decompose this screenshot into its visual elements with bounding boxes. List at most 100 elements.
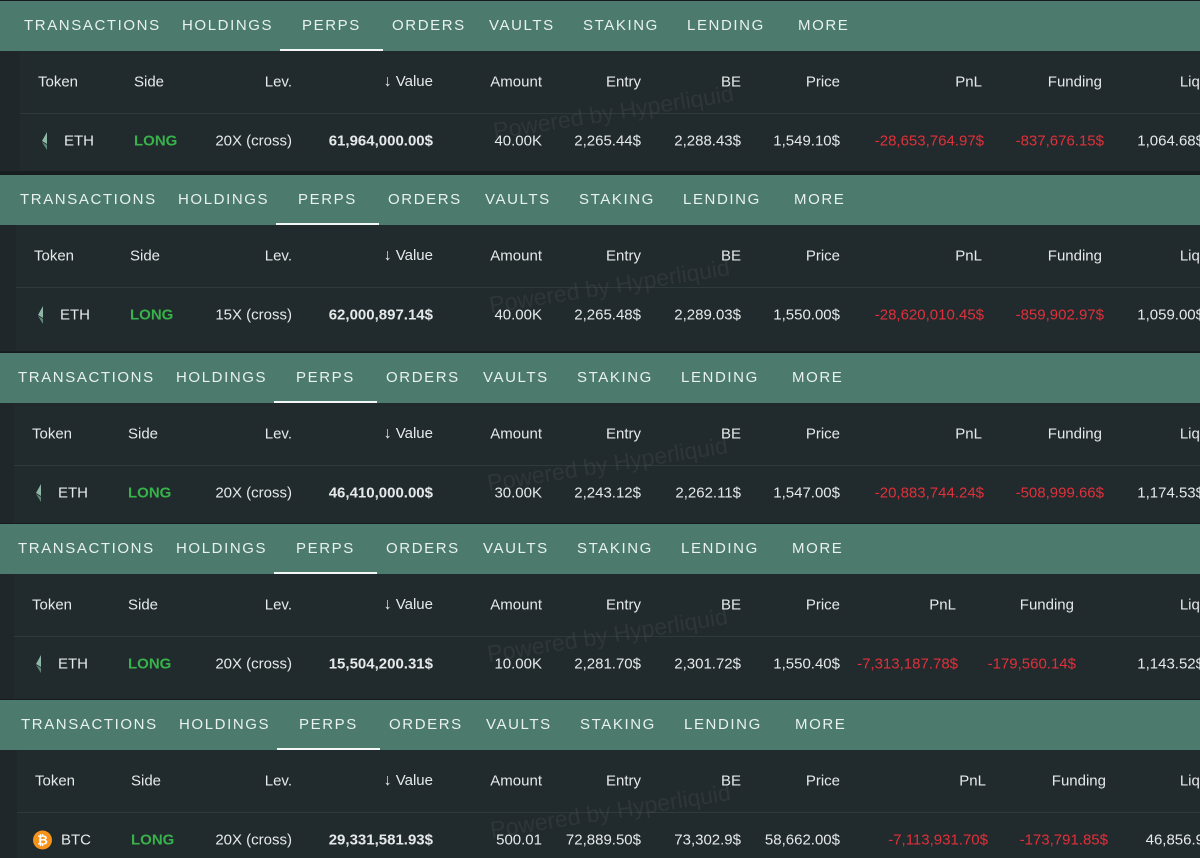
- sort-desc-icon[interactable]: ↓: [384, 247, 392, 265]
- column-header-lev: Lev.: [264, 772, 292, 790]
- tab-vaults[interactable]: VAULTS: [483, 353, 549, 403]
- positions-table: Token Side Lev. ↓ Value Amount Entry BE Price PnL…: [14, 403, 1200, 523]
- column-header-liq: Liq.: [1179, 73, 1200, 91]
- cell-funding: -173,791.85$: [1019, 831, 1108, 849]
- tab-holdings[interactable]: HOLDINGS: [178, 175, 269, 225]
- tab-bar: TRANSACTIONS HOLDINGS PERPS ORDERS VAULTS STA…: [0, 175, 1200, 225]
- column-header-pnl: PnL: [955, 73, 982, 91]
- tab-lending[interactable]: LENDING: [681, 524, 759, 574]
- tab-transactions[interactable]: TRANSACTIONS: [18, 353, 155, 403]
- tab-holdings[interactable]: HOLDINGS: [179, 700, 270, 750]
- column-header-value[interactable]: ↓ Value: [384, 772, 433, 790]
- cell-side: LONG: [128, 655, 172, 673]
- column-header-label: Value: [395, 425, 433, 442]
- screenshot-collage: TRANSACTIONS HOLDINGS PERPS ORDERS VAULTS STA…: [0, 0, 1200, 858]
- tab-orders[interactable]: ORDERS: [386, 524, 460, 574]
- tab-transactions[interactable]: TRANSACTIONS: [24, 1, 161, 51]
- cell-price: 1,550.40$: [773, 655, 840, 673]
- cell-funding: -179,560.14$: [987, 655, 1076, 673]
- column-header-amount: Amount: [490, 596, 542, 614]
- table-row[interactable]: ETH LONG 15X (cross) 62,000,897.14$ 40.00K 2,…: [16, 288, 1200, 342]
- column-header-label: Value: [395, 247, 433, 264]
- table-header: Token Side Lev. ↓ Value Amount Entry BE Price PnL…: [16, 225, 1200, 288]
- column-header-be: BE: [720, 73, 741, 91]
- tab-perps[interactable]: PERPS: [280, 1, 383, 51]
- tab-more[interactable]: MORE: [795, 700, 846, 750]
- tab-orders[interactable]: ORDERS: [388, 175, 462, 225]
- cell-price: 1,550.00$: [773, 306, 840, 324]
- tab-vaults[interactable]: VAULTS: [485, 175, 551, 225]
- tab-holdings[interactable]: HOLDINGS: [176, 353, 267, 403]
- tab-lending[interactable]: LENDING: [684, 700, 762, 750]
- tab-perps[interactable]: PERPS: [276, 175, 379, 225]
- tab-more[interactable]: MORE: [794, 175, 845, 225]
- tab-vaults[interactable]: VAULTS: [489, 1, 555, 51]
- sort-desc-icon[interactable]: ↓: [384, 425, 392, 443]
- sort-desc-icon[interactable]: ↓: [384, 772, 392, 790]
- tab-staking[interactable]: STAKING: [579, 175, 655, 225]
- tab-staking[interactable]: STAKING: [577, 353, 653, 403]
- column-header-value[interactable]: ↓ Value: [384, 73, 433, 91]
- positions-table: Token Side Lev. ↓ Value Amount Entry BE Price PnL…: [17, 750, 1200, 858]
- table-row[interactable]: ETH LONG 20X (cross) 15,504,200.31$ 10.00K 2,…: [14, 637, 1200, 691]
- cell-side: LONG: [131, 831, 175, 849]
- tab-perps[interactable]: PERPS: [277, 700, 380, 750]
- column-header-value[interactable]: ↓ Value: [384, 596, 433, 614]
- tab-orders[interactable]: ORDERS: [386, 353, 460, 403]
- tab-transactions[interactable]: TRANSACTIONS: [21, 700, 158, 750]
- tab-more[interactable]: MORE: [792, 353, 843, 403]
- sort-desc-icon[interactable]: ↓: [384, 73, 392, 91]
- column-header-token: Token: [32, 425, 73, 443]
- cell-entry: 2,281.70$: [574, 655, 641, 673]
- tab-transactions[interactable]: TRANSACTIONS: [20, 175, 157, 225]
- tab-orders[interactable]: ORDERS: [389, 700, 463, 750]
- sort-desc-icon[interactable]: ↓: [384, 596, 392, 614]
- tab-orders[interactable]: ORDERS: [392, 1, 466, 51]
- column-header-liq: Liq.: [1179, 425, 1200, 443]
- column-header-token: Token: [35, 772, 76, 790]
- column-header-value[interactable]: ↓ Value: [384, 425, 433, 443]
- column-header-entry: Entry: [605, 247, 641, 265]
- tab-perps[interactable]: PERPS: [274, 353, 377, 403]
- column-header-lev: Lev.: [264, 425, 292, 443]
- tab-staking[interactable]: STAKING: [583, 1, 659, 51]
- column-header-funding: Funding: [1019, 596, 1074, 614]
- cell-entry: 2,265.48$: [574, 306, 641, 324]
- tab-staking[interactable]: STAKING: [580, 700, 656, 750]
- cell-price: 1,549.10$: [773, 132, 840, 150]
- tab-vaults[interactable]: VAULTS: [486, 700, 552, 750]
- tab-more[interactable]: MORE: [798, 1, 849, 51]
- cell-be: 2,301.72$: [674, 655, 741, 673]
- tab-vaults[interactable]: VAULTS: [483, 524, 549, 574]
- column-header-side: Side: [128, 596, 159, 614]
- tab-lending[interactable]: LENDING: [681, 353, 759, 403]
- column-header-be: BE: [720, 247, 741, 265]
- cell-be: 2,288.43$: [674, 132, 741, 150]
- column-header-value[interactable]: ↓ Value: [384, 247, 433, 265]
- tab-holdings[interactable]: HOLDINGS: [176, 524, 267, 574]
- cell-lev: 20X (cross): [215, 831, 292, 849]
- cell-pnl: -7,113,931.70$: [888, 831, 988, 849]
- column-header-be: BE: [720, 772, 741, 790]
- tab-staking[interactable]: STAKING: [577, 524, 653, 574]
- tab-bar: TRANSACTIONS HOLDINGS PERPS ORDERS VAULTS STA…: [0, 353, 1200, 403]
- tab-transactions[interactable]: TRANSACTIONS: [18, 524, 155, 574]
- cell-amount: 10.00K: [494, 655, 542, 673]
- cell-pnl: -7,313,187.78$: [857, 655, 958, 673]
- column-header-label: Value: [395, 772, 433, 789]
- tab-holdings[interactable]: HOLDINGS: [182, 1, 273, 51]
- tab-more[interactable]: MORE: [792, 524, 843, 574]
- cell-price: 58,662.00$: [764, 831, 840, 849]
- tab-lending[interactable]: LENDING: [687, 1, 765, 51]
- tab-lending[interactable]: LENDING: [683, 175, 761, 225]
- column-header-price: Price: [805, 772, 840, 790]
- column-header-amount: Amount: [490, 772, 542, 790]
- column-header-funding: Funding: [1047, 247, 1102, 265]
- table-row[interactable]: ETH LONG 20X (cross) 46,410,000.00$ 30.00K 2,…: [14, 466, 1200, 520]
- tab-perps[interactable]: PERPS: [274, 524, 377, 574]
- cell-side: LONG: [134, 132, 178, 150]
- cell-pnl: -28,653,764.97$: [874, 132, 984, 150]
- table-row[interactable]: ₿ BTC LONG 20X (cross) 29,331,581.93$ 500.01 7…: [17, 813, 1200, 858]
- table-row[interactable]: ETH LONG 20X (cross) 61,964,000.00$ 40.00K 2,…: [20, 114, 1200, 168]
- cell-lev: 20X (cross): [215, 132, 292, 150]
